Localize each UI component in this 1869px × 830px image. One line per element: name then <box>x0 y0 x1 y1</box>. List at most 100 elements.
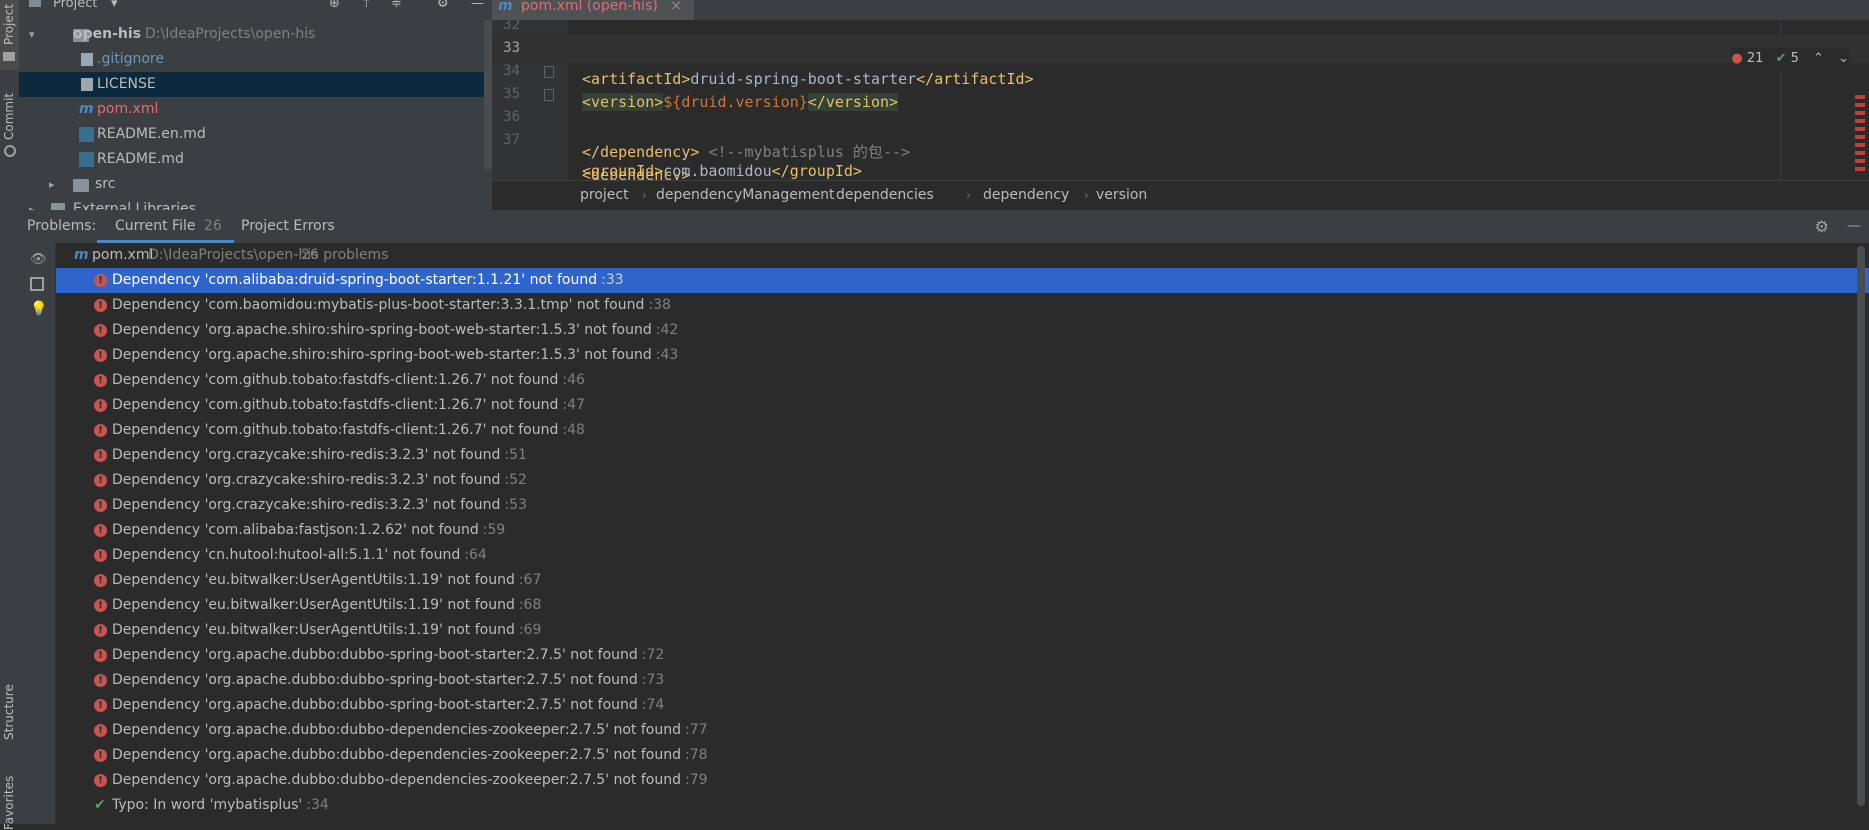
problem-item[interactable]: ! Dependency 'org.apache.dubbo:dubbo-depe… <box>56 718 1869 743</box>
chevron-right-icon[interactable]: ▸ <box>29 197 35 210</box>
problem-item[interactable]: ! Dependency 'com.baomidou:mybatis-plus-b… <box>56 293 1869 318</box>
gear-icon[interactable]: ⚙ <box>1815 210 1829 243</box>
problems-side-toolbar: 👁 💡 <box>19 243 56 824</box>
problem-item[interactable]: ! Dependency 'org.apache.dubbo:dubbo-spri… <box>56 643 1869 668</box>
error-icon: ! <box>94 324 107 337</box>
preview-icon[interactable] <box>30 277 44 291</box>
gear-icon[interactable]: ⚙ <box>437 0 449 11</box>
project-tool-tab[interactable]: Project <box>0 0 19 70</box>
error-stripe-mark[interactable] <box>1855 111 1865 115</box>
problem-message: Dependency 'com.baomidou:mybatis-plus-bo… <box>112 297 645 313</box>
problem-item[interactable]: ! Dependency 'com.github.tobato:fastdfs-c… <box>56 368 1869 393</box>
typo-check-icon: ✔ <box>94 797 106 813</box>
problem-line: :52 <box>504 472 527 488</box>
fold-icon[interactable] <box>544 66 554 78</box>
error-stripe-mark[interactable] <box>1855 95 1865 99</box>
problem-item[interactable]: ! Dependency 'com.alibaba:fastjson:1.2.62… <box>56 518 1869 543</box>
problem-message: Dependency 'org.apache.dubbo:dubbo-sprin… <box>112 697 638 713</box>
error-icon: ! <box>94 624 107 637</box>
problem-item[interactable]: ! Dependency 'eu.bitwalker:UserAgentUtils… <box>56 593 1869 618</box>
breadcrumb-item[interactable]: dependency <box>983 181 1069 210</box>
chevron-right-icon: › <box>820 188 825 202</box>
problem-item[interactable]: ! Dependency 'org.apache.dubbo:dubbo-spri… <box>56 693 1869 718</box>
collapse-all-icon[interactable]: ⇡ <box>361 0 372 11</box>
problem-line: :59 <box>482 522 506 538</box>
problems-file-header[interactable]: m pom.xml D:\IdeaProjects\open-his 26 pr… <box>56 243 1869 268</box>
problem-item[interactable]: ! Dependency 'org.apache.shiro:shiro-spri… <box>56 318 1869 343</box>
fold-icon[interactable] <box>544 89 554 101</box>
problem-line: :64 <box>464 547 487 563</box>
project-view-title[interactable]: Project <box>53 0 97 11</box>
error-stripe-mark[interactable] <box>1855 167 1865 171</box>
project-panel-header: Project ▾ ⊕ ⇡ ≑ ⚙ — <box>19 0 492 14</box>
error-stripe-mark[interactable] <box>1855 159 1865 163</box>
problem-item[interactable]: ! Dependency 'org.apache.dubbo:dubbo-depe… <box>56 768 1869 793</box>
error-stripe-mark[interactable] <box>1855 151 1865 155</box>
tree-item-license[interactable]: LICENSE <box>19 72 492 97</box>
error-icon: ! <box>94 599 107 612</box>
eye-icon[interactable]: 👁 <box>30 252 47 267</box>
problem-item[interactable]: ! Dependency 'com.github.tobato:fastdfs-c… <box>56 418 1869 443</box>
problem-line: :34 <box>306 797 329 813</box>
favorites-tool-tab[interactable]: Favorites <box>0 770 19 830</box>
tree-item-pom[interactable]: m pom.xml <box>19 97 492 122</box>
error-icon: ! <box>94 774 107 787</box>
problem-line: :74 <box>641 697 665 713</box>
error-stripe-mark[interactable] <box>1855 127 1865 131</box>
problem-message: Dependency 'org.crazycake:shiro-redis:3.… <box>112 497 501 513</box>
problems-scrollbar[interactable] <box>1857 246 1865 806</box>
error-stripe-mark[interactable] <box>1855 135 1865 139</box>
breadcrumb-item[interactable]: dependencyManagement <box>656 181 834 210</box>
hide-icon[interactable]: — <box>471 0 484 11</box>
error-stripe-mark[interactable] <box>1855 119 1865 123</box>
chevron-up-icon[interactable]: ⌃ <box>1813 51 1824 66</box>
code-editor[interactable]: 32 <artifactId>druid-spring-boot-starter… <box>492 20 1869 180</box>
breadcrumb-item[interactable]: project <box>580 181 629 210</box>
error-stripe-mark[interactable] <box>1855 143 1865 147</box>
breadcrumb-item[interactable]: dependencies <box>836 181 934 210</box>
structure-tool-tab[interactable]: Structure <box>0 680 19 760</box>
problem-item[interactable]: ✔ Typo: In word 'mybatisplus':34 <box>56 793 1869 818</box>
tree-item-readme-en[interactable]: README.en.md <box>19 122 492 147</box>
problem-line: :77 <box>685 722 708 738</box>
chevron-down-icon[interactable]: ▾ <box>111 0 118 11</box>
commit-tool-tab[interactable]: Commit <box>0 80 19 160</box>
problem-item[interactable]: ! Dependency 'eu.bitwalker:UserAgentUtils… <box>56 618 1869 643</box>
problem-line: :69 <box>518 622 542 638</box>
tree-item-src[interactable]: ▸ src <box>19 172 492 197</box>
chevron-down-icon[interactable]: ⌄ <box>1838 51 1849 66</box>
error-icon: ! <box>94 299 107 312</box>
tree-item-external-libraries[interactable]: ▸ External Libraries <box>19 197 492 210</box>
problem-message: Dependency 'org.apache.dubbo:dubbo-sprin… <box>112 672 638 688</box>
inspection-widget[interactable]: ● 21 ✔ 5 ⌃ ⌄ <box>1731 48 1849 70</box>
problem-item[interactable]: ! Dependency 'org.crazycake:shiro-redis:3… <box>56 493 1869 518</box>
breadcrumb-item[interactable]: version <box>1096 181 1147 210</box>
problem-item[interactable]: ! Dependency 'org.apache.shiro:shiro-spri… <box>56 343 1869 368</box>
problem-item[interactable]: ! Dependency 'com.github.tobato:fastdfs-c… <box>56 393 1869 418</box>
project-scrollbar[interactable] <box>484 20 492 170</box>
chevron-right-icon[interactable]: ▸ <box>49 172 55 197</box>
tree-item-readme[interactable]: README.md <box>19 147 492 172</box>
problem-item[interactable]: ! Dependency 'org.apache.dubbo:dubbo-depe… <box>56 743 1869 768</box>
close-icon[interactable]: × <box>670 0 682 14</box>
chevron-down-icon[interactable]: ▾ <box>29 22 35 47</box>
error-stripe-mark[interactable] <box>1855 103 1865 107</box>
problem-item[interactable]: ! Dependency 'org.apache.dubbo:dubbo-spri… <box>56 668 1869 693</box>
expand-all-icon[interactable]: ≑ <box>391 0 402 11</box>
problem-message: Dependency 'com.alibaba:fastjson:1.2.62'… <box>112 522 479 538</box>
tab-project-errors[interactable]: Project Errors <box>241 210 335 243</box>
problem-item[interactable]: ! Dependency 'com.alibaba:druid-spring-bo… <box>56 268 1869 293</box>
tree-item-open-his[interactable]: ▾ open-his D:\IdeaProjects\open-his <box>19 22 492 47</box>
problem-item[interactable]: ! Dependency 'cn.hutool:hutool-all:5.1.1'… <box>56 543 1869 568</box>
problem-item[interactable]: ! Dependency 'eu.bitwalker:UserAgentUtils… <box>56 568 1869 593</box>
tab-current-file[interactable]: Current File 26 <box>97 210 234 243</box>
hide-icon[interactable]: — <box>1847 210 1861 243</box>
problem-item[interactable]: ! Dependency 'org.crazycake:shiro-redis:3… <box>56 468 1869 493</box>
problems-panel: Problems: Current File 26 Project Errors… <box>19 210 1869 824</box>
problem-line: :53 <box>504 497 527 513</box>
locate-icon[interactable]: ⊕ <box>329 0 340 11</box>
problem-line: :38 <box>648 297 671 313</box>
problem-item[interactable]: ! Dependency 'org.crazycake:shiro-redis:3… <box>56 443 1869 468</box>
tree-item-gitignore[interactable]: .gitignore <box>19 47 492 72</box>
lightbulb-icon[interactable]: 💡 <box>30 301 47 317</box>
